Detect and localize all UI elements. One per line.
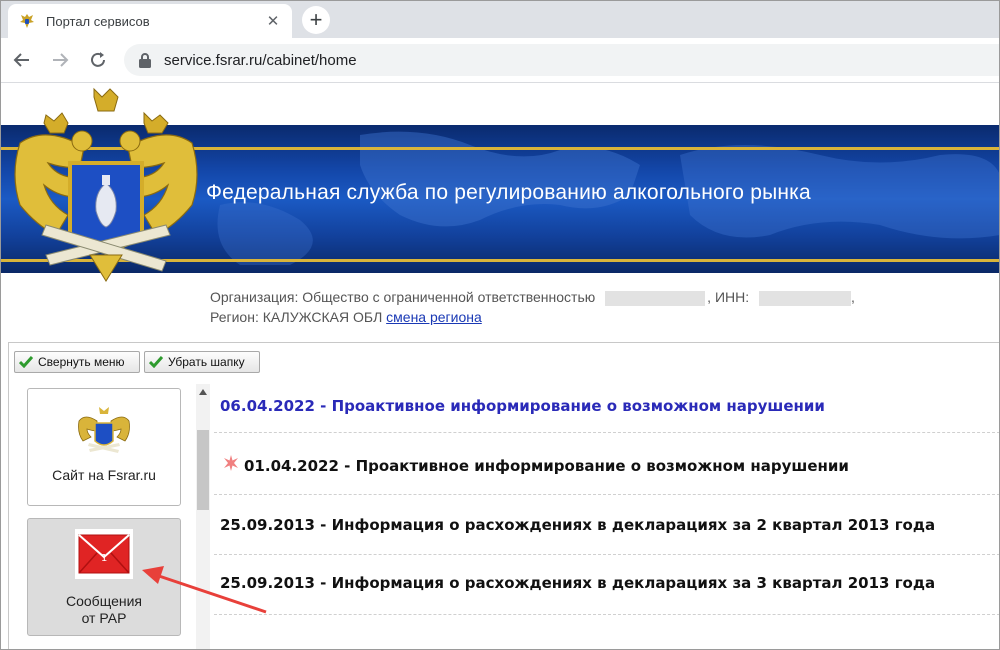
change-region-link[interactable]: смена региона [386,309,482,325]
envelope-icon: 1 [75,529,133,579]
hide-header-label: Убрать шапку [168,355,245,369]
emblem-icon [78,407,130,453]
reload-icon [91,52,105,67]
org-label: Организация: Общество с ограниченной отв… [210,289,596,305]
url-field[interactable]: service.fsrar.ru/cabinet/home [124,44,1000,76]
news-item[interactable]: 25.09.2013 - Информация о расхождениях в… [220,516,935,534]
site-tile-label: Сайт на Fsrar.ru [52,467,156,483]
region-line: Регион: КАЛУЖСКАЯ ОБЛ смена региона [210,307,855,327]
organization-info: Организация: Общество с ограниченной отв… [210,287,855,327]
forward-button[interactable] [48,48,72,72]
news-item[interactable]: 25.09.2013 - Информация о расхождениях в… [220,574,935,592]
redacted-org-name [605,290,706,306]
news-divider [214,494,1000,495]
reload-button[interactable] [86,48,110,72]
news-divider [214,432,1000,433]
arrow-left-icon [13,53,29,67]
news-item[interactable]: 06.04.2022 - Проактивное информирование … [220,397,825,415]
region-label: Регион: КАЛУЖСКАЯ ОБЛ [210,309,383,325]
tab-close-icon[interactable]: ✕ [264,12,282,30]
collapse-menu-label: Свернуть меню [38,355,125,369]
address-bar: service.fsrar.ru/cabinet/home [0,38,1000,83]
inn-label: , ИНН: [707,289,750,305]
arrow-right-icon [53,53,69,67]
agency-title: Федеральная служба по регулированию алко… [206,181,811,204]
eagle-favicon-icon [20,14,34,28]
hide-header-button[interactable]: Убрать шапку [144,351,260,373]
scroll-up-arrow-icon[interactable] [196,386,210,398]
news-scrollbar[interactable] [196,384,210,650]
org-line: Организация: Общество с ограниченной отв… [210,287,855,307]
scroll-thumb[interactable] [197,430,209,510]
news-item[interactable]: 01.04.2022 - Проактивное информирование … [244,457,849,475]
double-headed-eagle-emblem-icon [14,87,198,282]
lock-icon [139,53,151,68]
menu-tile-fsrar-site[interactable]: Сайт на Fsrar.ru [27,388,181,506]
svg-text:1: 1 [101,553,107,564]
browser-tab-bar: Портал сервисов ✕ + [0,0,1000,38]
site-header: Федеральная служба по регулированию алко… [0,83,1000,283]
collapse-menu-button[interactable]: Свернуть меню [14,351,140,373]
new-tab-button[interactable]: + [302,6,330,34]
messages-tile-label-line2: от РАР [81,610,127,626]
news-divider [214,554,1000,555]
news-divider [214,614,1000,615]
new-star-icon [224,455,238,471]
url-text: service.fsrar.ru/cabinet/home [164,51,357,69]
trailing-comma: , [851,289,855,305]
back-button[interactable] [10,48,34,72]
browser-tab[interactable]: Портал сервисов ✕ [8,4,292,38]
menu-tile-messages[interactable]: 1 Сообщения от РАР [27,518,181,636]
tab-title: Портал сервисов [46,13,150,29]
checkmark-icon [149,356,163,368]
messages-tile-label-line1: Сообщения [66,593,142,609]
checkmark-icon [19,356,33,368]
redacted-inn [759,290,852,306]
